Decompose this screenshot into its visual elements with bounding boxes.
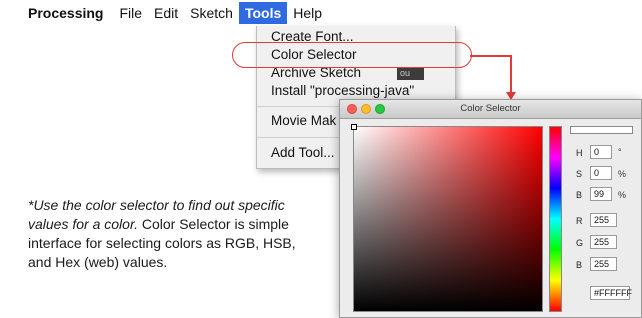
degree-unit: ° [618, 147, 622, 157]
brightness-input[interactable]: 99 [590, 187, 612, 201]
minimize-window-icon[interactable] [361, 104, 371, 114]
percent-unit: % [618, 190, 627, 200]
menu-sketch[interactable]: Sketch [184, 2, 239, 24]
h-label: H [576, 148, 583, 158]
menu-bar: Processing File Edit Sketch Tools Help [28, 0, 328, 26]
b-label: B [576, 190, 583, 200]
green-input[interactable]: 255 [590, 235, 617, 249]
menu-item-install-processing-java[interactable]: Install "processing-java" [271, 82, 414, 100]
zoom-window-icon[interactable] [375, 104, 385, 114]
blue-label: B [576, 260, 583, 270]
saturation-input[interactable]: 0 [590, 166, 612, 180]
caption-text: *Use the color selector to find out spec… [28, 196, 313, 272]
menu-edit[interactable]: Edit [148, 2, 184, 24]
hue-slider[interactable] [549, 126, 562, 312]
r-label: R [576, 216, 583, 226]
annotation-arrow-horizontal [470, 55, 511, 57]
color-selector-window: Color Selector H 0 ° S 0 % B 99 % R 255 … [339, 99, 642, 318]
annotation-arrow-vertical [510, 55, 512, 93]
s-label: S [576, 169, 583, 179]
percent-unit: % [618, 169, 627, 179]
hue-input[interactable]: 0 [590, 145, 612, 159]
selected-color-preview [570, 126, 633, 134]
g-label: G [576, 238, 584, 248]
close-window-icon[interactable] [347, 104, 357, 114]
menu-item-movie-maker[interactable]: Movie Mak [271, 112, 336, 130]
menu-help[interactable]: Help [287, 2, 328, 24]
window-title: Color Selector [460, 103, 521, 114]
red-input[interactable]: 255 [590, 213, 617, 227]
color-picker-cursor[interactable] [351, 124, 357, 130]
background-window-fragment: ou [397, 67, 424, 80]
highlight-oval [232, 42, 472, 68]
menu-tools[interactable]: Tools [238, 2, 288, 24]
menu-file[interactable]: File [113, 2, 148, 24]
menu-item-add-tool[interactable]: Add Tool... [271, 144, 335, 162]
hex-input[interactable]: #FFFFFF [590, 286, 632, 300]
blue-input[interactable]: 255 [590, 257, 617, 271]
saturation-brightness-field[interactable] [353, 126, 543, 312]
window-titlebar[interactable]: Color Selector [340, 100, 641, 119]
menu-processing[interactable]: Processing [28, 2, 113, 24]
